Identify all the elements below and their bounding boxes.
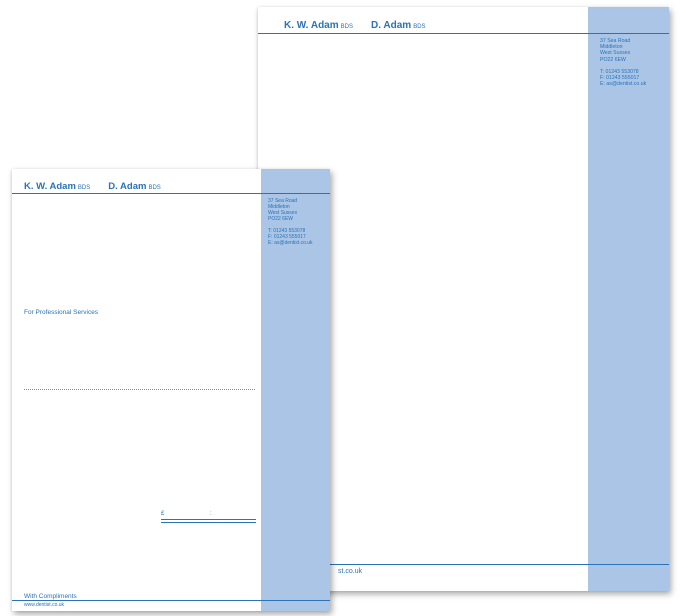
letterhead-sidebar — [588, 7, 669, 591]
letterhead-names: K. W. Adam BDS D. Adam BDS — [284, 20, 426, 31]
compliment-top-rule — [12, 193, 330, 194]
compliment-names: K. W. Adam BDS D. Adam BDS — [24, 181, 161, 192]
letterhead-name2-qualification: BDS — [413, 24, 426, 30]
compliment-bottom-rule — [12, 600, 330, 601]
letterhead-footer-web: st.co.uk — [338, 568, 363, 575]
letterhead-email: E: as@dentist.co.uk — [600, 81, 647, 88]
compliment-name1-qualification: BDS — [77, 185, 91, 191]
letterhead-name1: K. W. Adam — [284, 20, 339, 31]
compliment-name2: D. Adam — [108, 181, 147, 192]
letterhead-top-rule — [258, 33, 669, 34]
colon-symbol: : — [210, 511, 212, 517]
pound-symbol: £ — [161, 511, 165, 517]
compliment-email: E: as@dentist.co.uk — [268, 240, 313, 246]
amount-rule — [161, 519, 256, 523]
compliment-name2-qualification: BDS — [148, 185, 161, 191]
letterhead-name1-qualification: BDS — [340, 24, 353, 30]
compliment-contact-block: 37 Sea Road Middleton West Sussex PO22 6… — [268, 198, 328, 246]
services-label: For Professional Services — [24, 309, 99, 316]
compliment-slip-sheet: K. W. Adam BDS D. Adam BDS 37 Sea Road Midd… — [12, 169, 330, 611]
footer-label: With Compliments — [24, 593, 77, 600]
footer-web: www.dentist.co.uk — [24, 602, 65, 608]
letterhead-contact-block: 37 Sea Road Middleton West Sussex PO22 6… — [600, 38, 666, 87]
letterhead-name2: D. Adam — [370, 20, 412, 31]
dotted-separator — [24, 389, 255, 390]
compliment-name1: K. W. Adam — [24, 181, 76, 192]
